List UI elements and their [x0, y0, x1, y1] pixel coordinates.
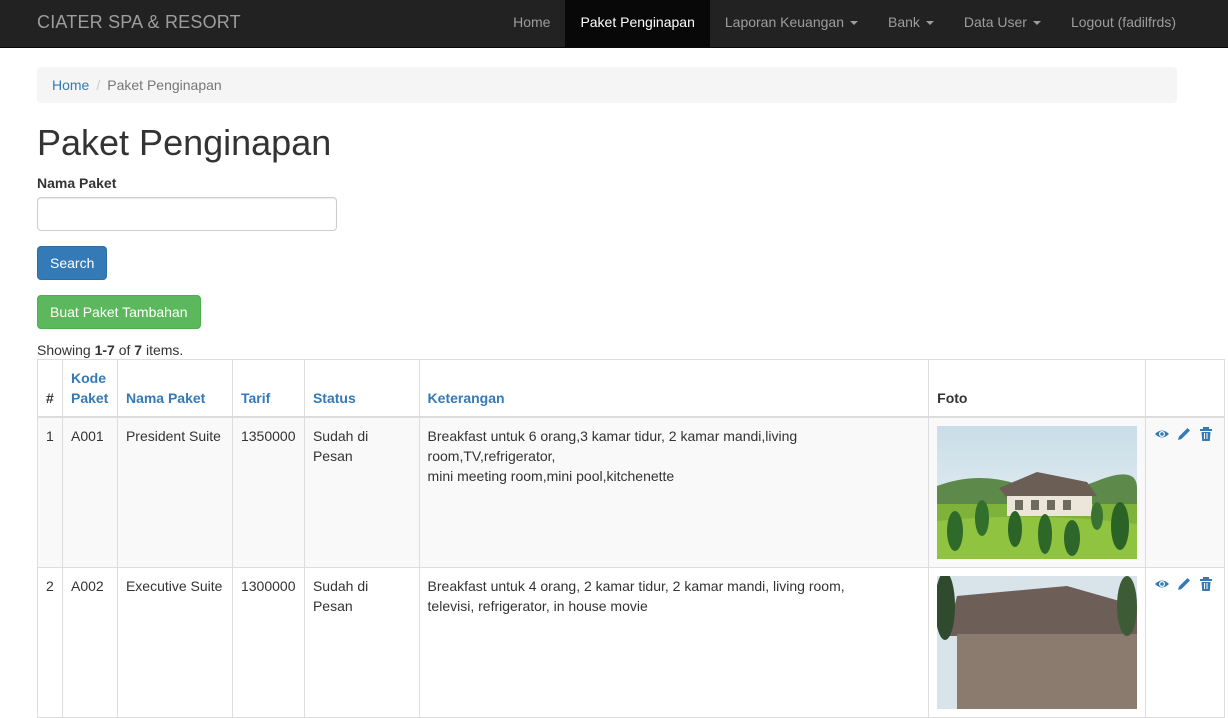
search-button[interactable]: Search — [37, 246, 108, 280]
col-header-status[interactable]: Status — [303, 359, 420, 418]
cell-foto — [928, 416, 1147, 568]
cell-tarif: 1350000 — [231, 416, 305, 568]
paket-table: # Kode Paket Nama Paket Tarif Status Kete… — [37, 359, 1225, 718]
villa-photo — [937, 576, 1138, 709]
col-header-foto: Foto — [928, 359, 1147, 418]
table-row: 1 A001 President Suite 1350000 Sudah di … — [37, 416, 1225, 568]
col-header-actions — [1145, 359, 1225, 418]
nav-laporan-keuangan[interactable]: Laporan Keuangan — [710, 0, 873, 47]
col-header-nama[interactable]: Nama Paket — [116, 359, 233, 418]
col-header-tarif[interactable]: Tarif — [231, 359, 305, 418]
caret-down-icon — [925, 21, 934, 26]
cell-kode: A002 — [61, 567, 118, 718]
trash-icon[interactable] — [1198, 426, 1214, 442]
cell-num: 1 — [37, 416, 63, 568]
table-row: 2 A002 Executive Suite 1300000 Sudah di … — [37, 567, 1225, 718]
nama-paket-label: Nama Paket — [37, 175, 117, 191]
breadcrumb-separator: / — [96, 77, 101, 93]
sort-kode-link[interactable]: Kode Paket — [71, 370, 108, 406]
eye-icon[interactable] — [1154, 576, 1170, 592]
cell-keterangan: Breakfast untuk 6 orang,3 kamar tidur, 2… — [418, 416, 930, 568]
breadcrumb: Home / Paket Penginapan — [37, 67, 1177, 103]
col-header-num: # — [37, 359, 63, 418]
cell-foto — [928, 567, 1147, 718]
trash-icon[interactable] — [1198, 576, 1214, 592]
buat-paket-tambahan-button[interactable]: Buat Paket Tambahan — [37, 295, 201, 329]
sort-nama-link[interactable]: Nama Paket — [126, 390, 205, 406]
cell-nama: Executive Suite — [116, 567, 233, 718]
cell-kode: A001 — [61, 416, 118, 568]
col-header-keterangan[interactable]: Keterangan — [418, 359, 930, 418]
cell-actions — [1145, 416, 1225, 568]
cell-status: Sudah di Pesan — [303, 567, 420, 718]
sort-status-link[interactable]: Status — [313, 390, 356, 406]
caret-down-icon — [849, 21, 858, 26]
villa-photo — [937, 426, 1138, 559]
pencil-icon[interactable] — [1176, 426, 1192, 442]
cell-nama: President Suite — [116, 416, 233, 568]
cell-num: 2 — [37, 567, 63, 718]
top-navbar: CIATER SPA & RESORT Home Paket Penginapa… — [0, 0, 1228, 48]
nav-bank[interactable]: Bank — [873, 0, 949, 47]
main-container: Home / Paket Penginapan Paket Penginapan N… — [37, 67, 1177, 358]
nav-logout[interactable]: Logout (fadilfrds) — [1056, 0, 1191, 47]
brand-logo-text[interactable]: CIATER SPA & RESORT — [37, 12, 241, 33]
cell-tarif: 1300000 — [231, 567, 305, 718]
caret-down-icon — [1032, 21, 1041, 26]
pencil-icon[interactable] — [1176, 576, 1192, 592]
sort-keterangan-link[interactable]: Keterangan — [428, 390, 505, 406]
cell-status: Sudah di Pesan — [303, 416, 420, 568]
col-header-kode[interactable]: Kode Paket — [61, 359, 118, 418]
cell-actions — [1145, 567, 1225, 718]
eye-icon[interactable] — [1154, 426, 1170, 442]
breadcrumb-home-link[interactable]: Home — [52, 77, 89, 93]
nav-menu: Home Paket Penginapan Laporan Keuangan B… — [498, 0, 1191, 47]
nav-home[interactable]: Home — [498, 0, 565, 47]
sort-tarif-link[interactable]: Tarif — [241, 390, 270, 406]
nama-paket-input[interactable] — [37, 197, 337, 231]
cell-keterangan: Breakfast untuk 4 orang, 2 kamar tidur, … — [418, 567, 930, 718]
nav-data-user[interactable]: Data User — [949, 0, 1056, 47]
nav-paket-penginapan[interactable]: Paket Penginapan — [565, 0, 710, 47]
summary-text: Showing 1-7 of 7 items. — [37, 342, 184, 358]
page-title: Paket Penginapan — [37, 122, 332, 163]
table-header-row: # Kode Paket Nama Paket Tarif Status Kete… — [37, 359, 1225, 418]
breadcrumb-current: Paket Penginapan — [107, 77, 222, 93]
